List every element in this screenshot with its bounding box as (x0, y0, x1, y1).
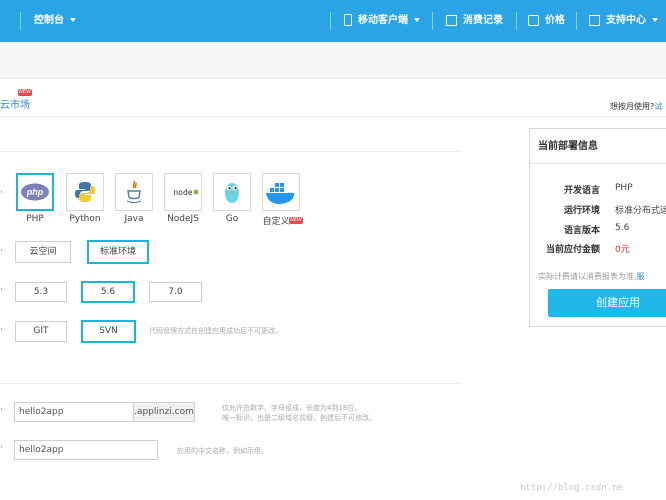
python-icon (75, 182, 95, 202)
runtime-key: 运行环境 (563, 206, 600, 216)
environment-option-cloud-space[interactable]: 云空间 (15, 241, 71, 263)
chevron-down-icon (652, 18, 658, 22)
row-marker: · (0, 325, 3, 335)
app-domain-input[interactable]: hello2app (14, 402, 134, 422)
version-option-7-0[interactable]: 7.0 (149, 282, 202, 302)
monthly-usage-text: 想按月使用? (610, 102, 655, 111)
top-navigation-bar: 控制台 移动客户端 消费记录 价格 支持中心 (0, 0, 666, 42)
language-version-value: 5.6 (615, 223, 630, 233)
support-menu[interactable]: 支持中心 (589, 0, 658, 42)
app-domain-suffix: .applinzi.com (133, 402, 195, 422)
divider (516, 12, 517, 30)
row-marker: · (0, 405, 3, 415)
language-tile-go[interactable] (213, 173, 251, 211)
dev-language-key: 开发语言 (563, 186, 600, 196)
mobile-phone-icon (344, 14, 352, 26)
amount-due-key: 当前应付金额 (545, 245, 600, 255)
divider (0, 383, 460, 384)
vcs-hint: 代码管理方式在创建应用成功后不可更改。 (149, 327, 282, 335)
environment-option-standard[interactable]: 标准环境 (87, 240, 149, 264)
go-icon (225, 183, 239, 203)
sub-header-bar (0, 42, 666, 79)
java-icon (126, 180, 142, 204)
receipt-icon (446, 14, 457, 26)
row-marker: · (0, 188, 3, 198)
language-label: NodeJS (167, 214, 199, 224)
billing-label: 消费记录 (463, 15, 503, 26)
support-icon (589, 14, 600, 26)
console-label: 控制台 (34, 15, 64, 26)
billing-note-link[interactable]: 服 (637, 272, 645, 281)
svg-text:node: node (173, 188, 192, 197)
try-link[interactable]: 试 (654, 102, 662, 111)
row-marker: · (0, 443, 3, 453)
divider (330, 12, 331, 30)
language-tile-custom[interactable] (262, 173, 300, 211)
vcs-option-svn[interactable]: SVN (81, 320, 136, 343)
amount-due-value: 0元 (615, 245, 630, 255)
app-domain-hint-1: 仅允许由数字、字母组成，长度为4到18位。 (222, 404, 362, 412)
language-label: Python (69, 214, 101, 224)
watermark: http://blog.csdn.ne (520, 483, 623, 493)
divider (432, 12, 433, 30)
runtime-value: 标准分布式运 (615, 206, 666, 216)
divider (0, 151, 460, 152)
app-name-hint: 应用的中文名称，例如示用。 (177, 447, 268, 455)
chevron-down-icon (70, 18, 76, 22)
app-domain-hint-2: 唯一标识，也是二级域名前缀，创建后不可修改。 (222, 414, 376, 422)
row-marker: · (0, 246, 3, 256)
php-icon: php (21, 183, 49, 201)
dev-language-value: PHP (615, 183, 633, 193)
price-link[interactable]: 价格 (528, 0, 565, 42)
vcs-option-git[interactable]: GIT (15, 321, 67, 342)
row-marker: · (0, 285, 3, 295)
create-app-button[interactable]: 创建应用 (548, 289, 666, 317)
support-label: 支持中心 (606, 15, 646, 26)
language-label: Go (225, 214, 239, 224)
mobile-client-menu[interactable]: 移动客户端 (344, 0, 420, 42)
console-menu[interactable]: 控制台 (34, 0, 76, 42)
version-option-5-3[interactable]: 5.3 (15, 282, 67, 302)
panel-title: 当前部署信息 (530, 129, 666, 164)
billing-note-text: 实际计费请以消费报表为准, (538, 272, 637, 281)
language-tile-python[interactable] (66, 173, 104, 211)
new-badge: NEW (18, 89, 32, 96)
billing-link[interactable]: 消费记录 (446, 0, 503, 42)
divider (20, 12, 21, 30)
new-badge: NEW (289, 217, 303, 224)
version-option-5-6[interactable]: 5.6 (81, 281, 135, 303)
language-tile-nodejs[interactable]: node (164, 173, 202, 211)
divider (576, 12, 577, 30)
language-tile-php[interactable]: php (16, 173, 54, 211)
nodejs-icon: node (173, 188, 199, 197)
language-version-key: 语言版本 (563, 226, 600, 236)
billing-note: 实际计费请以消费报表为准,服 (538, 271, 645, 282)
monthly-usage-prompt: 想按月使用?试 (610, 101, 662, 112)
language-tile-java[interactable] (115, 173, 153, 211)
language-label: PHP (26, 214, 44, 224)
deployment-info-panel: 当前部署信息 开发语言 PHP 运行环境 标准分布式运 语言版本 5.6 当前应… (529, 128, 666, 327)
price-tag-icon (528, 14, 539, 26)
chevron-down-icon (414, 18, 420, 22)
language-label: Java (124, 214, 144, 224)
app-name-input[interactable]: hello2app (14, 440, 158, 460)
cloud-market-link[interactable]: 云市场 (0, 96, 30, 111)
price-label: 价格 (545, 15, 565, 26)
docker-icon (266, 183, 295, 204)
divider (0, 116, 666, 117)
mobile-client-label: 移动客户端 (358, 15, 408, 26)
svg-text:php: php (26, 187, 44, 197)
